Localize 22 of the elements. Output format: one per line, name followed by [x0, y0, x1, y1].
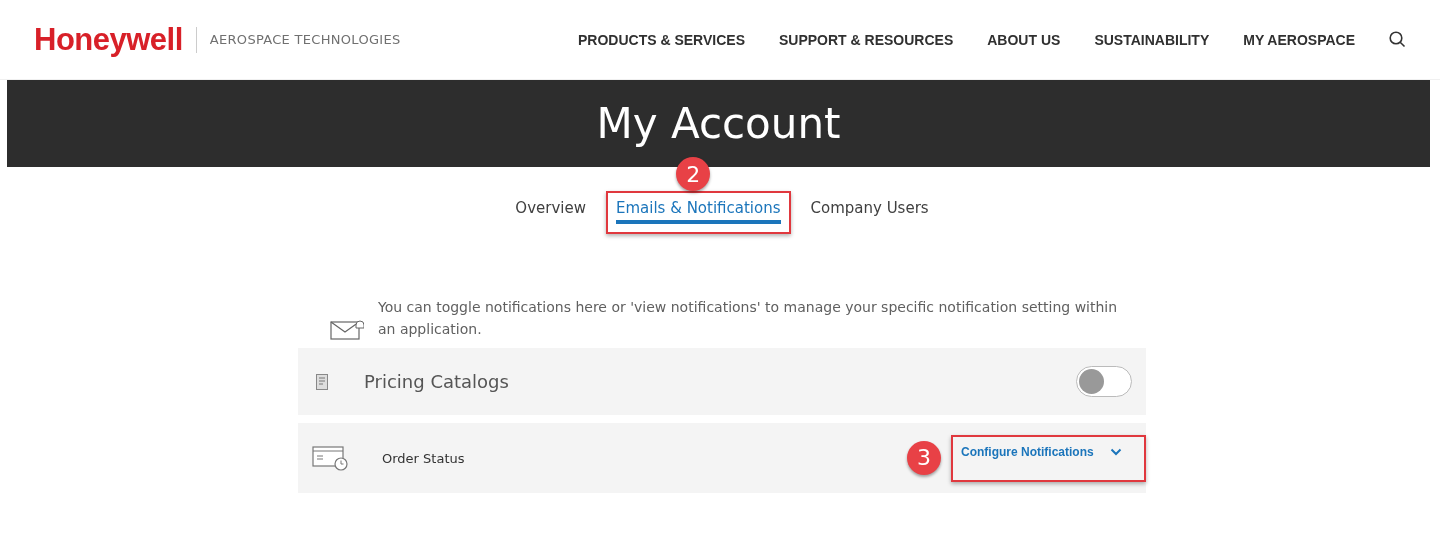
tab[interactable]: Emails & Notifications	[615, 199, 781, 224]
tab[interactable]: Overview	[515, 199, 586, 224]
document-icon	[316, 373, 328, 390]
card-clock-icon	[312, 445, 350, 471]
notification-name: Pricing Catalogs	[364, 371, 509, 392]
configure-link[interactable]: Configure Notifications	[951, 434, 1122, 459]
chevron-icon	[1109, 447, 1122, 456]
toggle-switch[interactable]	[1076, 366, 1132, 397]
logo[interactable]: Honeywell	[34, 21, 183, 58]
nav-link[interactable]: ABOUT US	[987, 31, 1061, 48]
tab[interactable]: Company Users	[810, 199, 929, 224]
nav-link[interactable]: PRODUCTS & SERVICES	[578, 31, 745, 48]
nav-link[interactable]: SUSTAINABILITY	[1094, 31, 1210, 48]
division-label: AEROSPACE TECHNOLOGIES	[209, 32, 401, 47]
nav-link[interactable]: SUPPORT & RESOURCES	[779, 31, 954, 48]
intro-text: You can toggle notifications here or 'view notifications' to manage your specific notification setting within an application.	[378, 298, 1118, 339]
search-icon[interactable]	[1389, 31, 1406, 48]
page-title: My Account	[596, 99, 841, 148]
step-badge: 3	[907, 440, 941, 475]
notification-name: Order Status	[382, 450, 465, 466]
step-badge: 2	[676, 157, 711, 191]
nav-link[interactable]: MY AEROSPACE	[1243, 31, 1355, 48]
